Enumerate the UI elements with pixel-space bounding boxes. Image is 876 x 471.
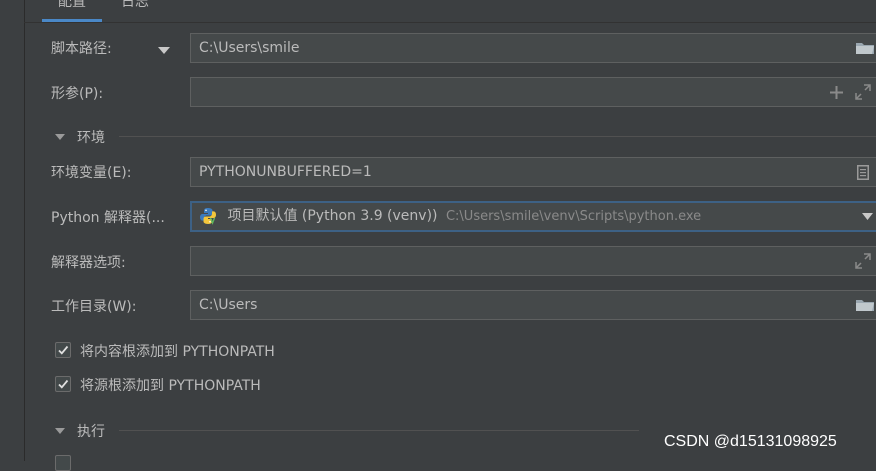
env-vars-label: 环境变量(E): xyxy=(51,165,132,181)
interpreter-label: Python 解释器(... xyxy=(51,210,165,226)
document-icon[interactable] xyxy=(857,158,869,186)
working-dir-label: 工作目录(W): xyxy=(51,299,137,315)
tab-divider xyxy=(24,22,876,23)
script-path-value: C:\Users\smile xyxy=(199,40,300,56)
env-vars-value: PYTHONUNBUFFERED=1 xyxy=(199,164,372,180)
partial-checkbox[interactable] xyxy=(55,455,71,471)
folder-icon[interactable] xyxy=(855,34,875,62)
tab-bar: 配置 日志 xyxy=(24,0,876,22)
env-section-header[interactable]: 环境 xyxy=(55,127,876,147)
folder-icon[interactable] xyxy=(855,291,875,319)
expand-icon[interactable] xyxy=(855,247,871,275)
python-icon xyxy=(199,207,217,225)
interpreter-name: 项目默认值 (Python 3.9 (venv)) xyxy=(227,208,438,224)
add-source-roots-checkbox[interactable] xyxy=(55,376,71,392)
checkmark-icon xyxy=(58,345,69,355)
expand-icon[interactable] xyxy=(855,78,871,106)
tab-config[interactable]: 配置 xyxy=(42,0,102,22)
interpreter-options-label: 解释器选项: xyxy=(51,255,126,271)
section-divider xyxy=(119,136,876,137)
interpreter-path: C:\Users\smile\venv\Scripts\python.exe xyxy=(445,209,702,224)
collapse-triangle-icon xyxy=(55,428,65,434)
add-icon[interactable] xyxy=(830,78,843,106)
script-path-label: 脚本路径: xyxy=(51,41,112,57)
left-panel-strip xyxy=(0,0,25,461)
interpreter-select[interactable]: 项目默认值 (Python 3.9 (venv)) C:\Users\smile… xyxy=(190,201,876,232)
chevron-down-icon[interactable] xyxy=(862,203,873,230)
interpreter-options-field[interactable] xyxy=(190,246,876,276)
parameters-field[interactable] xyxy=(190,77,876,107)
working-dir-value: C:\Users xyxy=(199,297,258,313)
env-section-title: 环境 xyxy=(77,130,105,146)
watermark: CSDN @d15131098925 xyxy=(664,433,837,450)
parameters-label: 形参(P): xyxy=(51,86,104,102)
script-path-dropdown[interactable] xyxy=(158,43,170,59)
checkmark-icon xyxy=(58,379,69,389)
working-dir-field[interactable]: C:\Users xyxy=(190,290,876,320)
exec-section-title: 执行 xyxy=(77,424,105,440)
tab-log[interactable]: 日志 xyxy=(110,0,160,19)
env-vars-field[interactable]: PYTHONUNBUFFERED=1 xyxy=(190,157,876,187)
script-path-field[interactable]: C:\Users\smile xyxy=(190,33,876,63)
chevron-down-icon xyxy=(158,47,170,54)
add-source-roots-label[interactable]: 将源根添加到 PYTHONPATH xyxy=(80,375,261,395)
section-divider xyxy=(119,430,639,431)
exec-section-header[interactable]: 执行 xyxy=(55,421,639,441)
add-content-roots-label[interactable]: 将内容根添加到 PYTHONPATH xyxy=(80,341,275,361)
collapse-triangle-icon xyxy=(55,134,65,140)
add-content-roots-checkbox[interactable] xyxy=(55,342,71,358)
